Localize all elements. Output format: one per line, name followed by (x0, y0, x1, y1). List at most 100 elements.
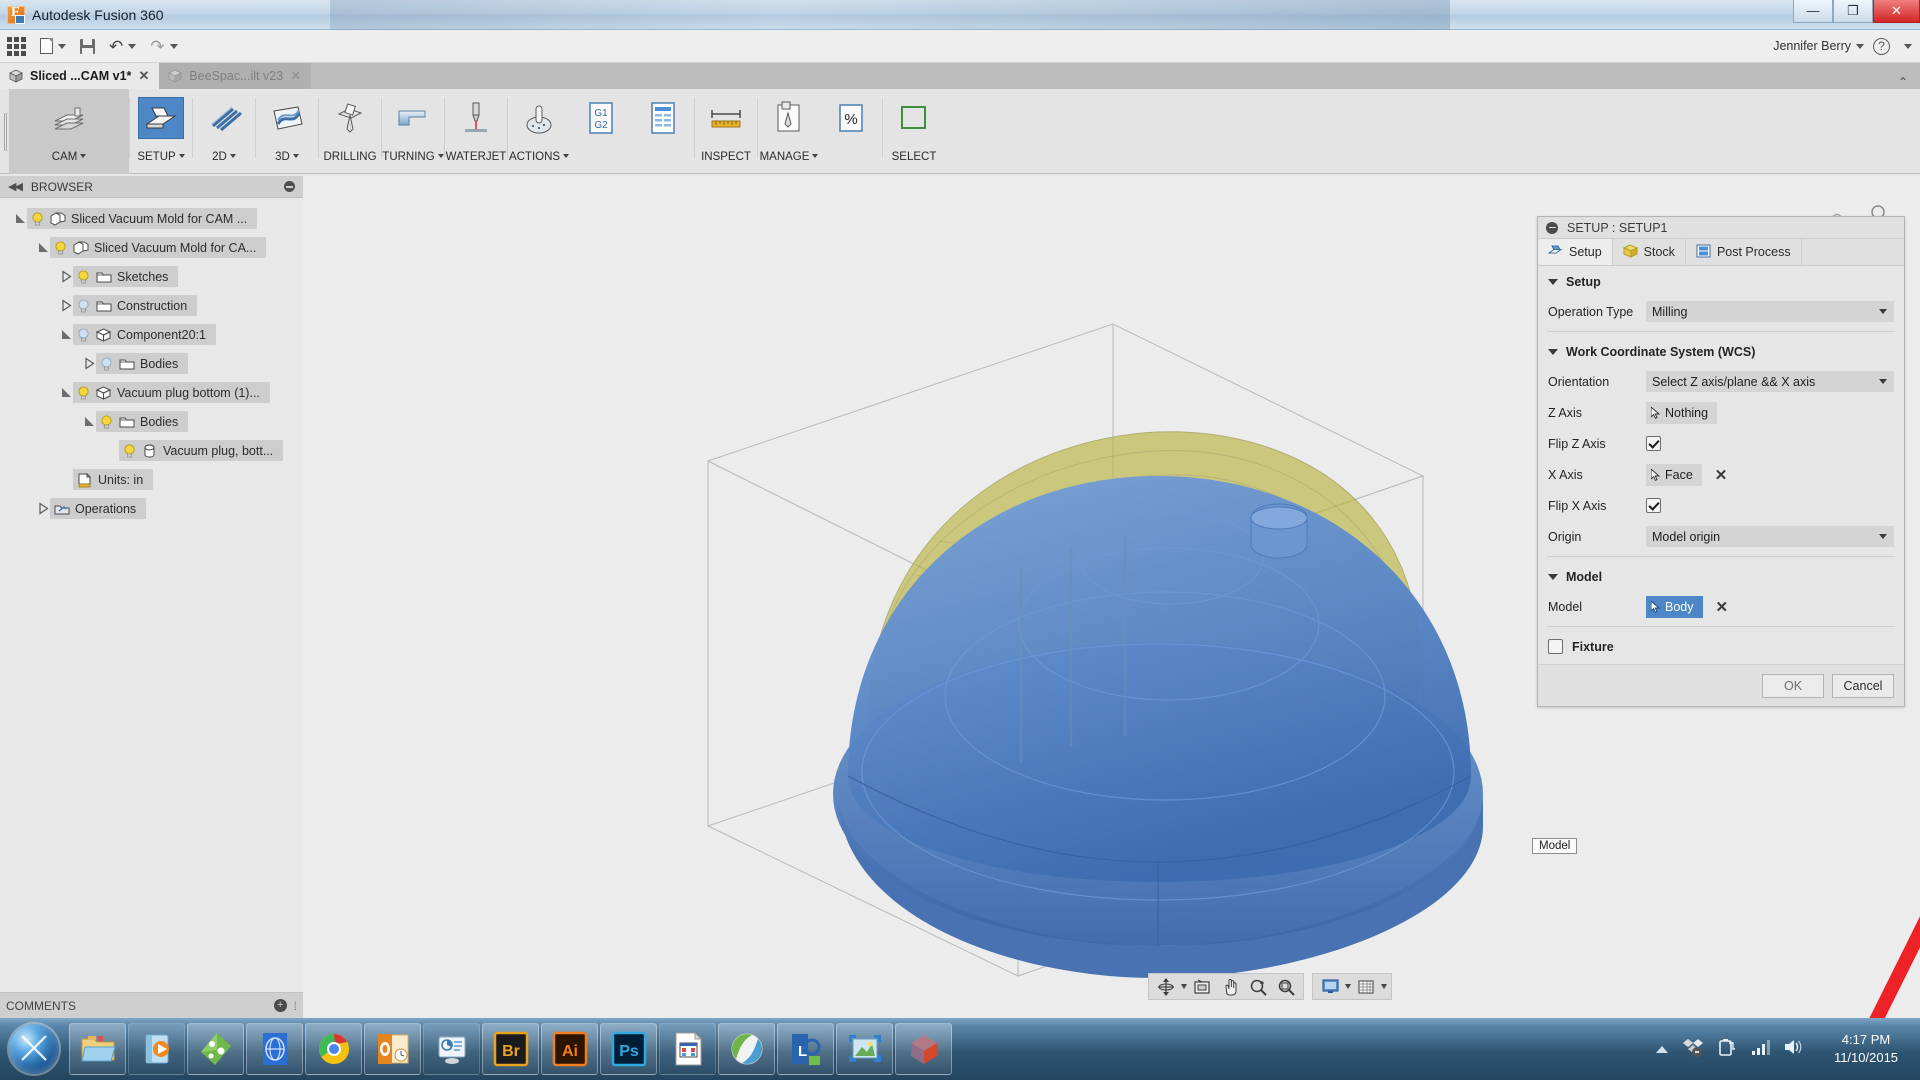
browser-tree-item[interactable]: Sketches (73, 266, 178, 287)
start-button[interactable] (0, 1018, 68, 1080)
taskbar-item-google-chrome[interactable] (305, 1023, 362, 1075)
chevron-down-icon[interactable] (1381, 984, 1387, 989)
cancel-button[interactable]: Cancel (1832, 674, 1894, 698)
lightbulb-off-icon[interactable] (100, 357, 113, 371)
ribbon-button-actions[interactable]: ACTIONS (508, 89, 570, 174)
taskbar-item-adobe-photoshop[interactable]: Ps (600, 1023, 657, 1075)
ribbon-button-cam[interactable]: CAM (9, 89, 129, 174)
network-signal-icon[interactable] (1750, 1038, 1770, 1061)
user-name-label[interactable]: Jennifer Berry (1773, 39, 1851, 53)
ribbon-button-inspect[interactable]: INSPECT (695, 89, 757, 174)
chevron-down-icon[interactable] (1904, 44, 1912, 49)
lightbulb-on-icon[interactable] (31, 212, 44, 226)
dropbox-icon[interactable] (1682, 1037, 1704, 1062)
browser-tree-row[interactable]: Vacuum plug bottom (1)... (0, 378, 303, 407)
expander-open-icon[interactable] (14, 212, 27, 225)
browser-tree-row[interactable]: Bodies (0, 407, 303, 436)
flip-x-axis-checkbox[interactable] (1646, 498, 1661, 513)
taskbar-clock[interactable]: 4:17 PM 11/10/2015 (1816, 1031, 1912, 1066)
taskbar-item-adobe-bridge[interactable]: Br (482, 1023, 539, 1075)
expander-closed-icon[interactable] (60, 270, 73, 283)
chevron-down-icon[interactable] (1181, 984, 1187, 989)
expander-open-icon[interactable] (37, 241, 50, 254)
taskbar-item-green-app[interactable] (187, 1023, 244, 1075)
browser-tree-row[interactable]: Sliced Vacuum Mold for CAM ... (0, 204, 303, 233)
ribbon-expand-icon[interactable]: ⌃ (1898, 75, 1920, 89)
taskbar-item-blue-seal-app[interactable] (246, 1023, 303, 1075)
ribbon-button-3d[interactable]: 3D (256, 89, 318, 174)
browser-tree-item[interactable]: Units: in (73, 469, 153, 490)
ribbon-button-drilling[interactable]: DRILLING (319, 89, 381, 174)
document-tab-active[interactable]: Sliced ...CAM v1* ✕ (0, 63, 159, 89)
close-icon[interactable]: ✕ (138, 68, 149, 84)
dialog-title-bar[interactable]: SETUP : SETUP1 (1538, 217, 1904, 239)
resize-grip-icon[interactable]: ⁞ (294, 999, 297, 1013)
expander-open-icon[interactable] (60, 386, 73, 399)
taskbar-item-outlook[interactable] (364, 1023, 421, 1075)
collapse-left-icon[interactable]: ◀◀ (8, 180, 21, 193)
expander-open-icon[interactable] (60, 328, 73, 341)
lightbulb-on-icon[interactable] (100, 415, 113, 429)
plus-circle-icon[interactable]: + (274, 999, 287, 1012)
section-header-setup[interactable]: Setup (1538, 266, 1904, 296)
document-tab-inactive[interactable]: BeeSpac...ilt v23 ✕ (159, 63, 311, 89)
browser-tree-row[interactable]: Operations (0, 494, 303, 523)
tab-post-process[interactable]: Post Process (1686, 239, 1802, 265)
x-axis-select-button[interactable]: Face (1646, 464, 1702, 486)
browser-tree-item[interactable]: Bodies (96, 411, 188, 432)
zoom-window-icon[interactable] (1245, 975, 1271, 998)
expander-closed-icon[interactable] (60, 299, 73, 312)
lightbulb-on-icon[interactable] (77, 386, 90, 400)
z-axis-select-button[interactable]: Nothing (1646, 402, 1717, 424)
lightbulb-on-icon[interactable] (54, 241, 67, 255)
ribbon-button-manage[interactable]: MANAGE (758, 89, 820, 174)
lightbulb-off-icon[interactable] (77, 299, 90, 313)
browser-tree-item[interactable]: Sliced Vacuum Mold for CA... (50, 237, 266, 258)
undo-button[interactable]: ↶ (102, 30, 143, 63)
maximize-button[interactable]: ❐ (1833, 0, 1873, 23)
section-header-wcs[interactable]: Work Coordinate System (WCS) (1538, 336, 1904, 366)
browser-tree-row[interactable]: Bodies (0, 349, 303, 378)
new-document-button[interactable] (33, 30, 73, 63)
ribbon-button-waterjet[interactable]: WATERJET (445, 89, 507, 174)
model-clear-button[interactable]: ✕ (1716, 598, 1729, 616)
browser-tree-item[interactable]: Component20:1 (73, 324, 216, 345)
ribbon-button-2d[interactable]: 2D (193, 89, 255, 174)
browser-tree-row[interactable]: Sliced Vacuum Mold for CA... (0, 233, 303, 262)
taskbar-item-mesh-app[interactable] (718, 1023, 775, 1075)
x-axis-clear-button[interactable]: ✕ (1715, 466, 1728, 484)
browser-tree-row[interactable]: Units: in (0, 465, 303, 494)
save-button[interactable] (73, 30, 102, 63)
lightbulb-on-icon[interactable] (123, 444, 136, 458)
browser-tree-item[interactable]: Bodies (96, 353, 188, 374)
browser-tree-item[interactable]: Construction (73, 295, 197, 316)
ribbon-button-setup[interactable]: SETUP (130, 89, 192, 174)
browser-tree-item[interactable]: Sliced Vacuum Mold for CAM ... (27, 208, 257, 229)
ribbon-button-setup-sheet[interactable] (632, 89, 694, 174)
zoom-fit-icon[interactable] (1273, 975, 1299, 998)
ribbon-button-select[interactable]: SELECT (883, 89, 945, 174)
redo-button[interactable]: ↷ (143, 30, 184, 63)
browser-tree-row[interactable]: Sketches (0, 262, 303, 291)
chevron-down-icon[interactable] (1345, 984, 1351, 989)
taskbar-item-lync[interactable]: L (777, 1023, 834, 1075)
taskbar-item-file-explorer[interactable] (69, 1023, 126, 1075)
ribbon-button-percent[interactable]: % (820, 89, 882, 174)
minimize-button[interactable]: — (1793, 0, 1833, 23)
battery-icon[interactable] (1717, 1037, 1737, 1062)
origin-select[interactable]: Model origin (1646, 526, 1894, 547)
row-fixture[interactable]: Fixture (1538, 631, 1904, 664)
pan-icon[interactable] (1217, 975, 1243, 998)
expander-closed-icon[interactable] (37, 502, 50, 515)
ribbon-button-turning[interactable]: TURNING (382, 89, 444, 174)
volume-icon[interactable] (1783, 1038, 1803, 1061)
model-select-button[interactable]: Body (1646, 596, 1703, 618)
browser-tree-item[interactable]: Vacuum plug bottom (1)... (73, 382, 270, 403)
minus-circle-icon[interactable] (1546, 222, 1558, 234)
taskbar-item-media-player[interactable] (128, 1023, 185, 1075)
orbit-icon[interactable] (1153, 975, 1179, 998)
expander-open-icon[interactable] (83, 415, 96, 428)
fixture-checkbox[interactable] (1548, 639, 1563, 654)
minus-circle-icon[interactable] (284, 181, 295, 192)
grid-snap-icon[interactable] (1353, 975, 1379, 998)
